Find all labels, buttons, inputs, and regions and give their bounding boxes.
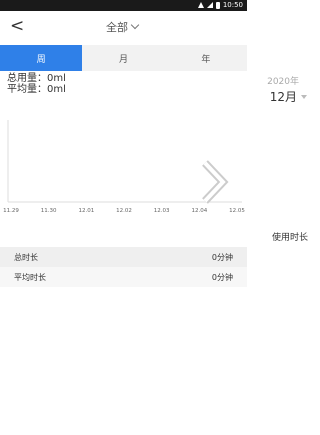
signal-icon — [206, 2, 213, 8]
chevron-right-icon[interactable] — [201, 160, 231, 204]
tab-year[interactable]: 年 — [165, 45, 247, 71]
tab-week[interactable]: 周 — [0, 45, 83, 71]
summary-row-average: 平均时长 0分钟 — [0, 267, 247, 287]
month-picker[interactable]: 12月 — [270, 88, 307, 105]
tab-month[interactable]: 月 — [82, 45, 164, 71]
summary-value: 0分钟 — [211, 252, 233, 262]
filter-dropdown[interactable]: 全部 — [92, 19, 152, 35]
summary-row-total: 总时长 0分钟 — [0, 247, 247, 267]
x-tick-label: 11.30 — [41, 208, 57, 214]
average-usage: 平均量：0ml — [7, 84, 66, 95]
chart-unit-label: 使用时长 — [271, 233, 308, 243]
x-tick-label: 12.02 — [116, 208, 132, 214]
usage-stats: 总用量：0ml 平均量：0ml — [7, 73, 66, 95]
status-time: 10:50 — [222, 1, 243, 9]
back-button[interactable]: < — [10, 16, 28, 36]
period-tabs: 周 月 年 — [0, 45, 247, 71]
total-usage-value: 0ml — [47, 73, 66, 84]
x-tick-label: 12.03 — [154, 208, 170, 214]
summary-value: 0分钟 — [211, 272, 233, 282]
average-usage-value: 0ml — [47, 84, 66, 95]
average-usage-label: 平均量： — [7, 84, 47, 95]
month-value: 12月 — [269, 90, 297, 104]
summary-label: 总时长 — [14, 252, 38, 262]
total-usage: 总用量：0ml — [7, 73, 66, 84]
chevron-down-icon — [130, 20, 140, 30]
x-tick-label: 12.01 — [78, 208, 94, 214]
summary-label: 平均时长 — [14, 272, 46, 282]
total-usage-label: 总用量： — [7, 73, 47, 84]
wifi-icon — [197, 2, 204, 8]
page-title: 全部 — [106, 21, 128, 34]
status-bar: 10:50 — [0, 0, 247, 11]
x-tick-label: 11.29 — [3, 208, 19, 214]
x-tick-label: 12.04 — [191, 208, 207, 214]
battery-icon — [215, 1, 220, 9]
x-tick-label: 12.05 — [229, 208, 245, 214]
year-label: 2020年 — [267, 77, 299, 87]
nav-bar: < 全部 — [0, 11, 247, 43]
caret-down-icon — [301, 94, 307, 99]
